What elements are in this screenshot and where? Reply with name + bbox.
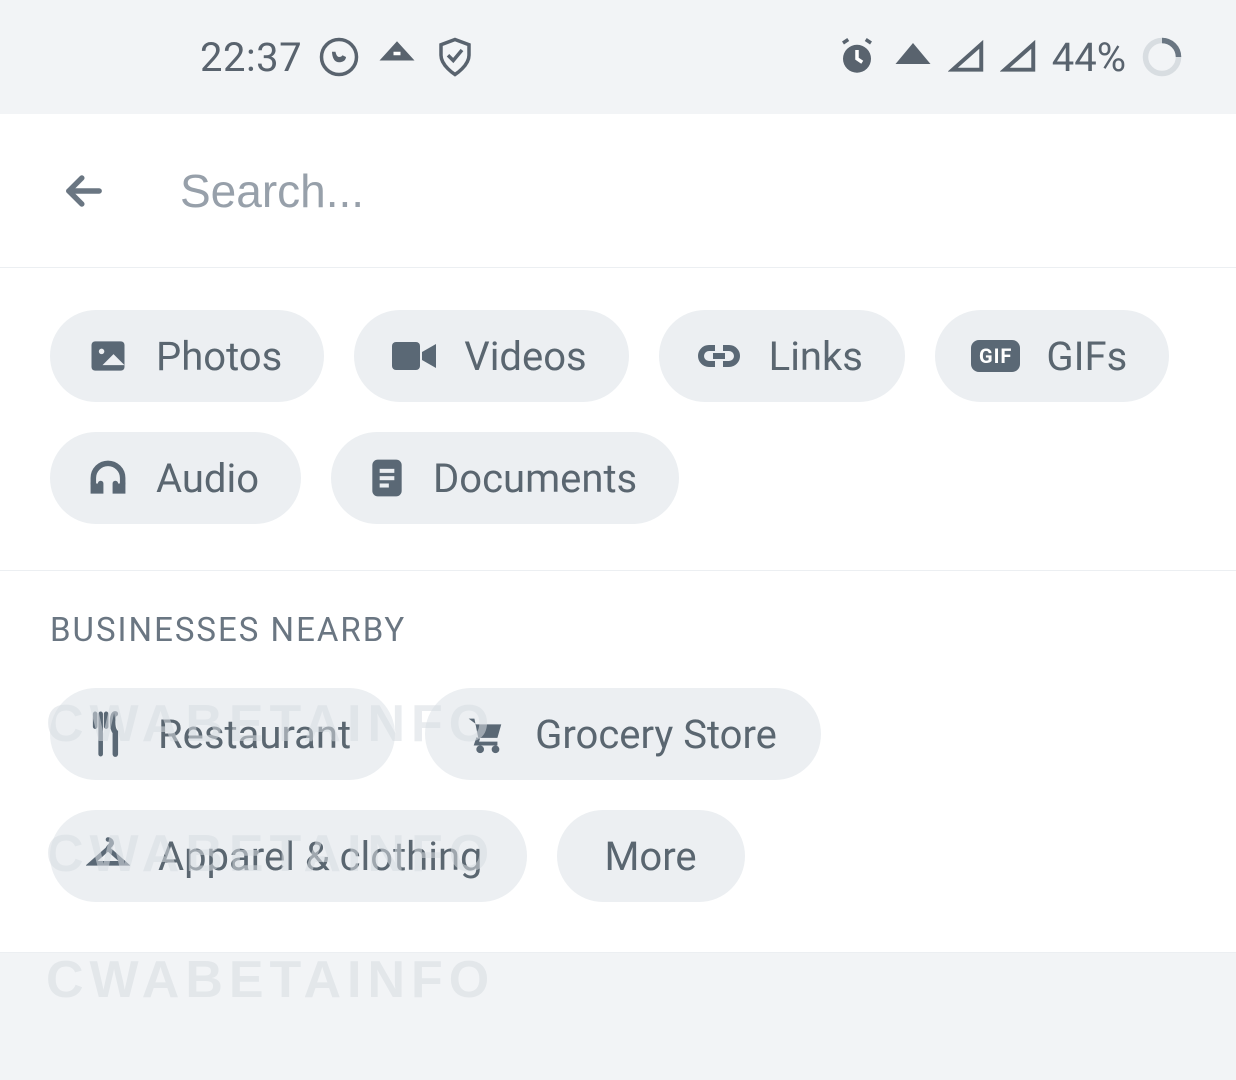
links-icon	[695, 338, 743, 374]
cellular-signal-1-icon	[948, 38, 986, 76]
videos-icon	[390, 336, 438, 376]
wifi-icon	[376, 36, 418, 78]
wifi-signal-icon	[892, 36, 934, 78]
filter-chip-documents[interactable]: Documents	[331, 432, 679, 524]
documents-icon	[367, 456, 407, 500]
chip-label: Restaurant	[158, 711, 351, 758]
grocery-icon	[461, 711, 507, 757]
photos-icon	[86, 334, 130, 378]
chip-label: Audio	[156, 455, 259, 502]
filter-chip-photos[interactable]: Photos	[50, 310, 324, 402]
nearby-chip-apparel[interactable]: Apparel & clothing	[50, 810, 527, 902]
chip-label: Documents	[433, 455, 637, 502]
filter-chip-links[interactable]: Links	[659, 310, 905, 402]
status-right: 44%	[836, 34, 1184, 81]
shield-icon	[434, 36, 476, 78]
chip-label: More	[605, 833, 697, 880]
chip-label: Links	[769, 333, 863, 380]
chip-label: Apparel & clothing	[158, 833, 483, 880]
filter-chip-audio[interactable]: Audio	[50, 432, 301, 524]
search-bar	[0, 114, 1236, 268]
nearby-chip-restaurant[interactable]: Restaurant	[50, 688, 395, 780]
whatsapp-icon	[318, 36, 360, 78]
nearby-chip-grocery[interactable]: Grocery Store	[425, 688, 821, 780]
search-input[interactable]	[180, 164, 1178, 218]
cellular-signal-2-icon	[1000, 38, 1038, 76]
chip-label: Photos	[156, 333, 282, 380]
alarm-icon	[836, 36, 878, 78]
loading-spinner-icon	[1140, 35, 1184, 79]
status-left: 22:37	[200, 34, 476, 81]
filter-chip-videos[interactable]: Videos	[354, 310, 628, 402]
nearby-section: BUSINESSES NEARBY Restaurant Grocery Sto…	[0, 571, 1236, 953]
chip-label: Grocery Store	[535, 711, 777, 758]
back-arrow-icon[interactable]	[58, 165, 110, 217]
restaurant-icon	[86, 710, 130, 758]
nearby-chip-more[interactable]: More	[557, 810, 745, 902]
status-time: 22:37	[200, 34, 302, 81]
chip-label: Videos	[464, 333, 586, 380]
battery-percent: 44%	[1052, 34, 1126, 81]
watermark: CWABETAINFO	[46, 950, 495, 1010]
status-bar: 22:37 44%	[0, 0, 1236, 114]
nearby-title: BUSINESSES NEARBY	[50, 611, 1186, 650]
gifs-icon: GIF	[971, 340, 1020, 372]
chip-label: GIFs	[1046, 333, 1127, 380]
filter-chip-gifs[interactable]: GIF GIFs	[935, 310, 1169, 402]
apparel-icon	[86, 834, 130, 878]
filter-section: Photos Videos Links GIF GIFs Audio	[0, 268, 1236, 571]
audio-icon	[86, 456, 130, 500]
